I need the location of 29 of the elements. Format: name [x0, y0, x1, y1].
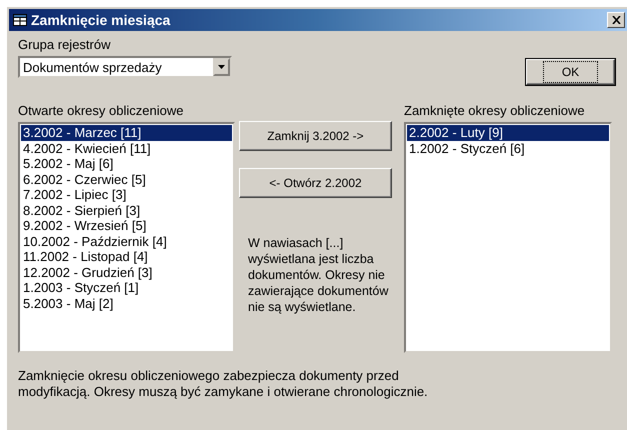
period-action-button[interactable]: Zamknij 3.2002 ->: [239, 121, 392, 151]
register-group-dropdown[interactable]: Dokumentów sprzedaży: [18, 56, 232, 78]
table-icon: [13, 14, 27, 26]
list-item[interactable]: 8.2002 - Sierpień [3]: [21, 202, 232, 218]
list-label: Zamknięte okresy obliczeniowe: [404, 103, 586, 118]
period-list[interactable]: [18, 122, 235, 353]
list-item[interactable]: 3.2002 - Marzec [11]: [21, 125, 232, 140]
list-item[interactable]: 1.2002 - Styczeń [6]: [407, 140, 609, 156]
list-item[interactable]: 7.2002 - Lipiec [3]: [21, 187, 232, 202]
list-item[interactable]: 1.2003 - Styczeń [1]: [21, 280, 232, 296]
window-title: Zamknięcie miesiąca: [31, 12, 172, 28]
list-item[interactable]: 12.2002 - Grudzień [3]: [21, 264, 232, 280]
ok-button[interactable]: OK: [526, 59, 615, 85]
footer-text: Zamknięcie okresu obliczeniowego zabezpiecza dokumenty przed modyfikacją. Okresy muszą być zamykane i otwierane chronologicznie.: [18, 368, 429, 400]
list-item[interactable]: 5.2003 - Maj [2]: [21, 296, 232, 311]
field-label: Grupa rejestrów: [18, 37, 112, 52]
list-label: Otwarte okresy obliczeniowe: [18, 103, 184, 118]
list-item[interactable]: 11.2002 - Listopad [4]: [21, 249, 232, 264]
period-action-button[interactable]: <- Otwórz 2.2002: [239, 168, 392, 198]
list-item[interactable]: 6.2002 - Czerwiec [5]: [21, 172, 232, 187]
close-icon: [612, 16, 620, 24]
period-list[interactable]: 2.2002 - Luty [9] 1.2002 - Styczeń [6]: [404, 122, 612, 353]
list-item[interactable]: 2.2002 - Luty [9]: [407, 125, 609, 140]
list-item[interactable]: 5.2002 - Maj [6]: [21, 156, 232, 172]
hint-text: W nawiasach [...] wyświetlana jest liczba dokumentów. Okresy nie zawierające dokumentów nie są wyświetlane.: [248, 235, 390, 315]
list-item[interactable]: 9.2002 - Wrzesień [5]: [21, 218, 232, 234]
close-button[interactable]: [607, 12, 625, 28]
list-item[interactable]: 10.2002 - Październik [4]: [21, 234, 232, 249]
list-item[interactable]: 4.2002 - Kwiecień [11]: [21, 140, 232, 156]
